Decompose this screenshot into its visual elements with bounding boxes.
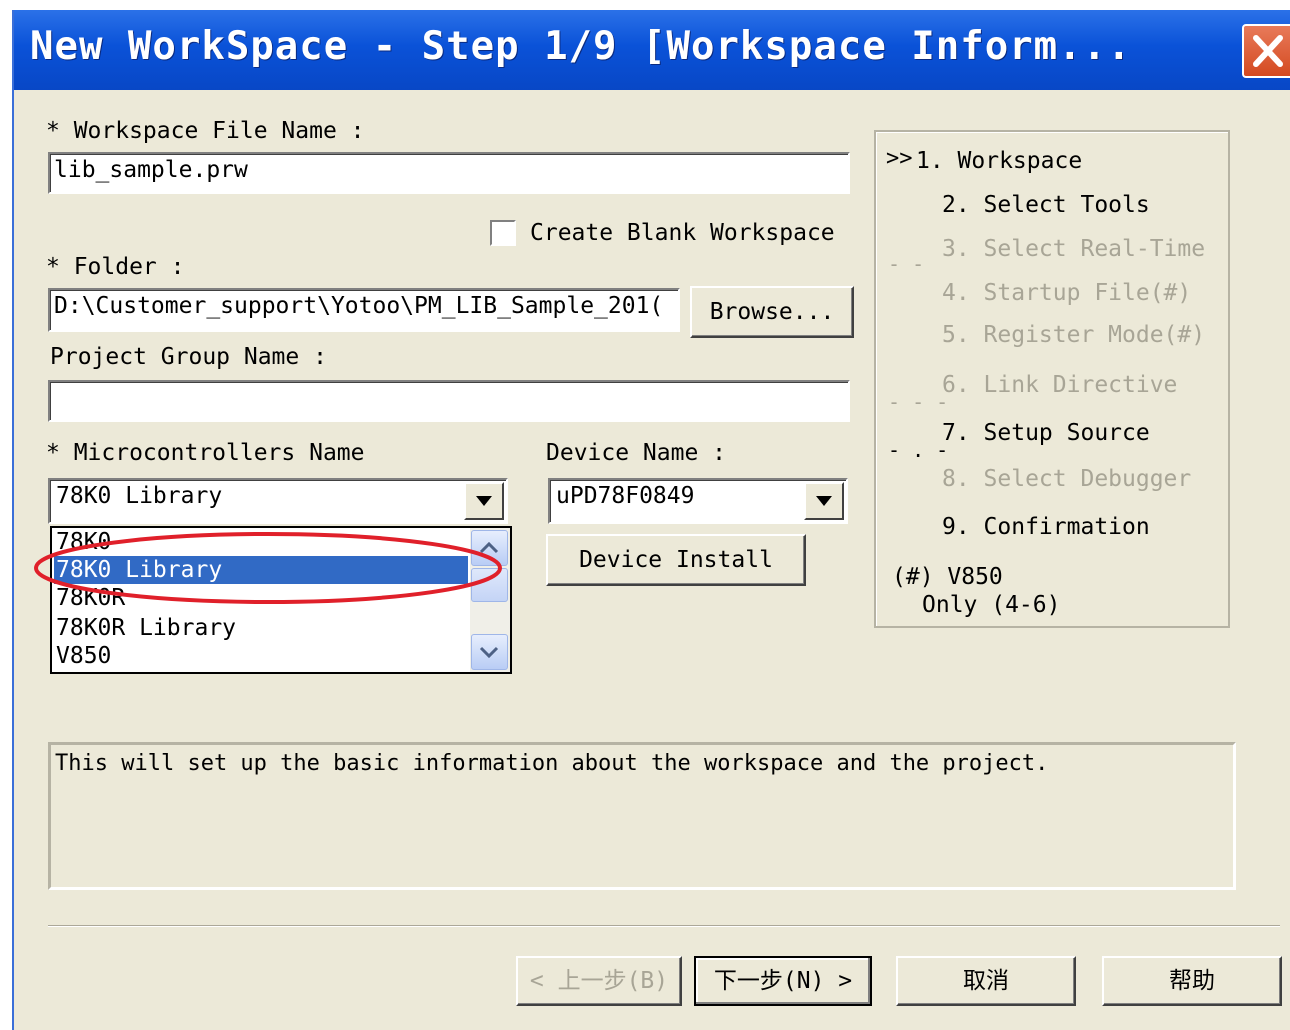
- step-connector: - -: [888, 252, 925, 276]
- step-item: 1. Workspace: [916, 148, 1083, 174]
- step-note-line2: Only (4-6): [922, 592, 1061, 618]
- new-workspace-dialog: New WorkSpace - Step 1/9 [Workspace Info…: [12, 10, 1290, 1030]
- step-item: 2. Select Tools: [942, 192, 1150, 218]
- chevron-down-icon: [816, 496, 832, 506]
- folder-input[interactable]: D:\Customer_support\Yotoo\PM_LIB_Sample_…: [48, 288, 680, 332]
- project-group-input[interactable]: [48, 380, 850, 422]
- description-text: This will set up the basic information a…: [55, 751, 1049, 776]
- next-button[interactable]: 下一步(N) >: [694, 956, 872, 1006]
- device-dropdown-button[interactable]: [804, 482, 844, 520]
- description-box: This will set up the basic information a…: [48, 742, 1236, 890]
- close-x-icon: [1253, 35, 1283, 67]
- workspace-file-input[interactable]: lib_sample.prw: [48, 152, 850, 194]
- workspace-file-label: * Workspace File Name :: [46, 118, 365, 144]
- list-item[interactable]: V850: [54, 642, 468, 670]
- chevron-down-icon: [479, 646, 499, 659]
- step-connector: - - -: [888, 390, 949, 414]
- title-bar[interactable]: New WorkSpace - Step 1/9 [Workspace Info…: [14, 10, 1290, 90]
- device-install-button[interactable]: Device Install: [546, 534, 806, 586]
- microcontrollers-selected-value: 78K0 Library: [56, 483, 223, 509]
- step-item: 4. Startup File(#): [942, 280, 1192, 306]
- folder-label: * Folder :: [46, 254, 185, 280]
- project-group-label: Project Group Name :: [50, 344, 327, 370]
- step-item: 5. Register Mode(#): [942, 322, 1206, 348]
- step-item: 6. Link Directive: [942, 372, 1178, 398]
- device-name-select[interactable]: uPD78F0849: [548, 478, 848, 524]
- browse-button[interactable]: Browse...: [690, 286, 854, 338]
- annotation-ellipse: [34, 532, 502, 604]
- scroll-down-button[interactable]: [471, 634, 508, 670]
- step-item: 7. Setup Source: [942, 420, 1150, 446]
- list-item[interactable]: 78K0R Library: [54, 614, 468, 642]
- close-button[interactable]: [1242, 24, 1290, 78]
- step-connector: - . -: [888, 438, 949, 462]
- create-blank-label[interactable]: Create Blank Workspace: [530, 220, 835, 246]
- step-item: 3. Select Real-Time: [942, 236, 1206, 262]
- step-item: 8. Select Debugger: [942, 466, 1192, 492]
- microcontrollers-label: * Microcontrollers Name: [46, 440, 365, 466]
- device-name-label: Device Name :: [546, 440, 727, 466]
- microcontrollers-select[interactable]: 78K0 Library: [48, 478, 508, 524]
- cancel-button[interactable]: 取消: [896, 956, 1076, 1006]
- step-item: 9. Confirmation: [942, 514, 1150, 540]
- back-button[interactable]: < 上一步(B): [516, 956, 682, 1006]
- chevron-down-icon: [476, 496, 492, 506]
- step-note-line1: (#) V850: [892, 564, 1003, 590]
- window-title: New WorkSpace - Step 1/9 [Workspace Info…: [30, 24, 1132, 69]
- steps-panel: >> 1. Workspace 2. Select Tools - - 3. S…: [874, 130, 1230, 628]
- device-name-selected-value: uPD78F0849: [556, 483, 695, 509]
- create-blank-checkbox[interactable]: [490, 220, 516, 246]
- current-step-marker: >>: [886, 146, 913, 171]
- microcontrollers-dropdown-button[interactable]: [464, 482, 504, 520]
- help-button[interactable]: 帮助: [1102, 956, 1282, 1006]
- separator: [48, 925, 1280, 927]
